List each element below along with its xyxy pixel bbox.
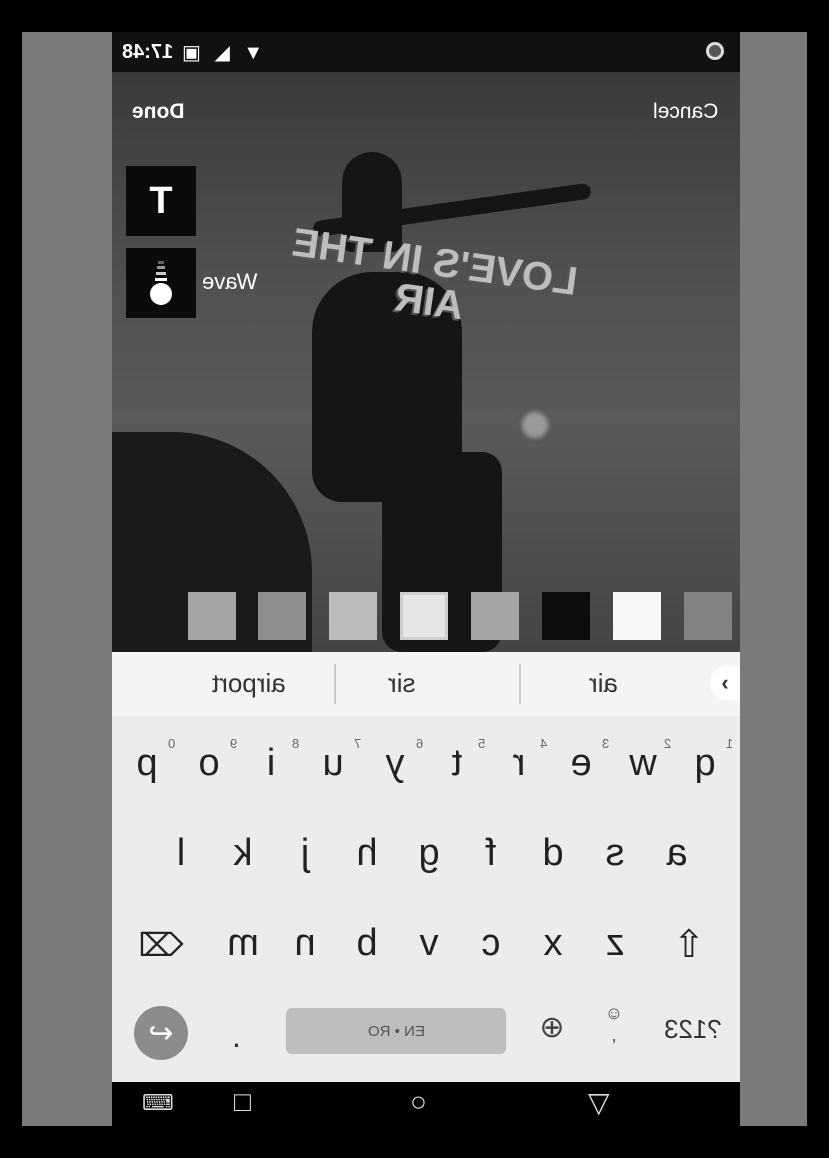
done-button[interactable]: Done <box>132 100 185 124</box>
suggestion-1[interactable]: air <box>589 668 618 699</box>
side-panel-left <box>22 32 112 1126</box>
key-g[interactable]: g <box>404 832 454 875</box>
key-j[interactable]: j <box>280 832 330 875</box>
text-tool-button[interactable]: T <box>126 166 196 236</box>
color-swatch[interactable] <box>329 592 377 640</box>
key-hint: 3 <box>602 736 610 751</box>
key-e[interactable]: e <box>556 742 606 785</box>
color-swatch[interactable] <box>542 592 590 640</box>
record-icon <box>706 42 724 60</box>
emoji-icon: ☺ <box>604 1003 624 1023</box>
navigation-bar: ⌨ □ ○ ▽ <box>112 1082 740 1126</box>
key-i[interactable]: i <box>246 742 296 785</box>
suggestion-3[interactable]: airport <box>212 668 286 699</box>
key-hint: 0 <box>168 736 176 751</box>
space-bar[interactable]: EN • RO <box>286 1008 506 1054</box>
key-l[interactable]: l <box>156 832 206 875</box>
globe-icon[interactable]: ⊕ <box>532 1010 572 1050</box>
key-hint: 5 <box>478 736 486 751</box>
key-hint: 8 <box>292 736 300 751</box>
key-k[interactable]: k <box>218 832 268 875</box>
photo-canvas[interactable]: Done Cancel T Wave LOVE'S IN THE AIR <box>112 72 740 652</box>
color-swatch[interactable] <box>613 592 661 640</box>
wave-style-button[interactable] <box>126 248 196 318</box>
suggestion-divider <box>334 664 336 704</box>
home-icon[interactable]: ○ <box>410 1086 427 1118</box>
backspace-icon[interactable]: ⌫ <box>136 926 186 964</box>
status-bar: 17:48 ▣ ◢ ▼ <box>112 32 740 72</box>
keyboard-icon[interactable]: ⌨ <box>142 1090 174 1116</box>
side-panel-right <box>740 32 807 1126</box>
moon <box>522 412 548 438</box>
color-swatch[interactable] <box>188 592 236 640</box>
wave-icon <box>150 261 172 305</box>
key-u[interactable]: u <box>308 742 358 785</box>
enter-button[interactable]: ↪ <box>134 1006 188 1060</box>
suggestion-2[interactable]: sir <box>388 668 415 699</box>
symbols-key[interactable]: ?123 <box>664 1014 722 1045</box>
space-bar-label: EN • RO <box>367 1022 425 1040</box>
period-key[interactable]: . <box>232 1018 241 1055</box>
key-b[interactable]: b <box>342 922 392 965</box>
recents-icon[interactable]: □ <box>234 1086 251 1118</box>
key-o[interactable]: o <box>184 742 234 785</box>
status-time: 17:48 <box>122 41 174 63</box>
key-hint: 4 <box>540 736 548 751</box>
text-tool-label: T <box>149 179 173 222</box>
key-f[interactable]: f <box>466 832 516 875</box>
key-z[interactable]: z <box>590 922 640 965</box>
key-t[interactable]: t <box>432 742 482 785</box>
key-hint: 6 <box>416 736 424 751</box>
chevron-left-icon[interactable]: ‹ <box>710 666 740 700</box>
key-hint: 9 <box>230 736 238 751</box>
phone-screen: 17:48 ▣ ◢ ▼ Done Cancel T Wave LOVE'S IN… <box>112 32 740 1126</box>
comma-key[interactable]: ☺, <box>604 1002 624 1046</box>
color-swatch[interactable] <box>684 592 732 640</box>
color-swatch[interactable] <box>400 592 448 640</box>
key-a[interactable]: a <box>652 832 702 875</box>
key-hint: 7 <box>354 736 362 751</box>
enter-icon: ↪ <box>148 1016 174 1050</box>
back-icon[interactable]: ▽ <box>588 1086 610 1119</box>
suggestion-bar: air sir airport ‹ <box>112 652 740 716</box>
key-s[interactable]: s <box>590 832 640 875</box>
key-v[interactable]: v <box>404 922 454 965</box>
keyboard: air sir airport ‹ q1w2e3r4t5y6u7i8o9p0as… <box>112 652 740 1082</box>
key-m[interactable]: m <box>218 922 268 965</box>
color-swatch[interactable] <box>258 592 306 640</box>
key-hint: 1 <box>726 736 734 751</box>
key-y[interactable]: y <box>370 742 420 785</box>
key-n[interactable]: n <box>280 922 330 965</box>
key-x[interactable]: x <box>528 922 578 965</box>
key-h[interactable]: h <box>342 832 392 875</box>
key-c[interactable]: c <box>466 922 516 965</box>
comma-label: , <box>611 1025 617 1045</box>
color-swatch[interactable] <box>471 592 519 640</box>
key-hint: 2 <box>664 736 672 751</box>
cancel-button[interactable]: Cancel <box>653 100 718 124</box>
key-w[interactable]: w <box>618 742 668 785</box>
suggestion-divider <box>519 664 521 704</box>
shift-icon[interactable]: ⇧ <box>664 922 714 967</box>
status-icons: ▣ ◢ ▼ <box>182 42 268 64</box>
key-q[interactable]: q <box>680 742 730 785</box>
key-p[interactable]: p <box>122 742 172 785</box>
key-d[interactable]: d <box>528 832 578 875</box>
key-r[interactable]: r <box>494 742 544 785</box>
